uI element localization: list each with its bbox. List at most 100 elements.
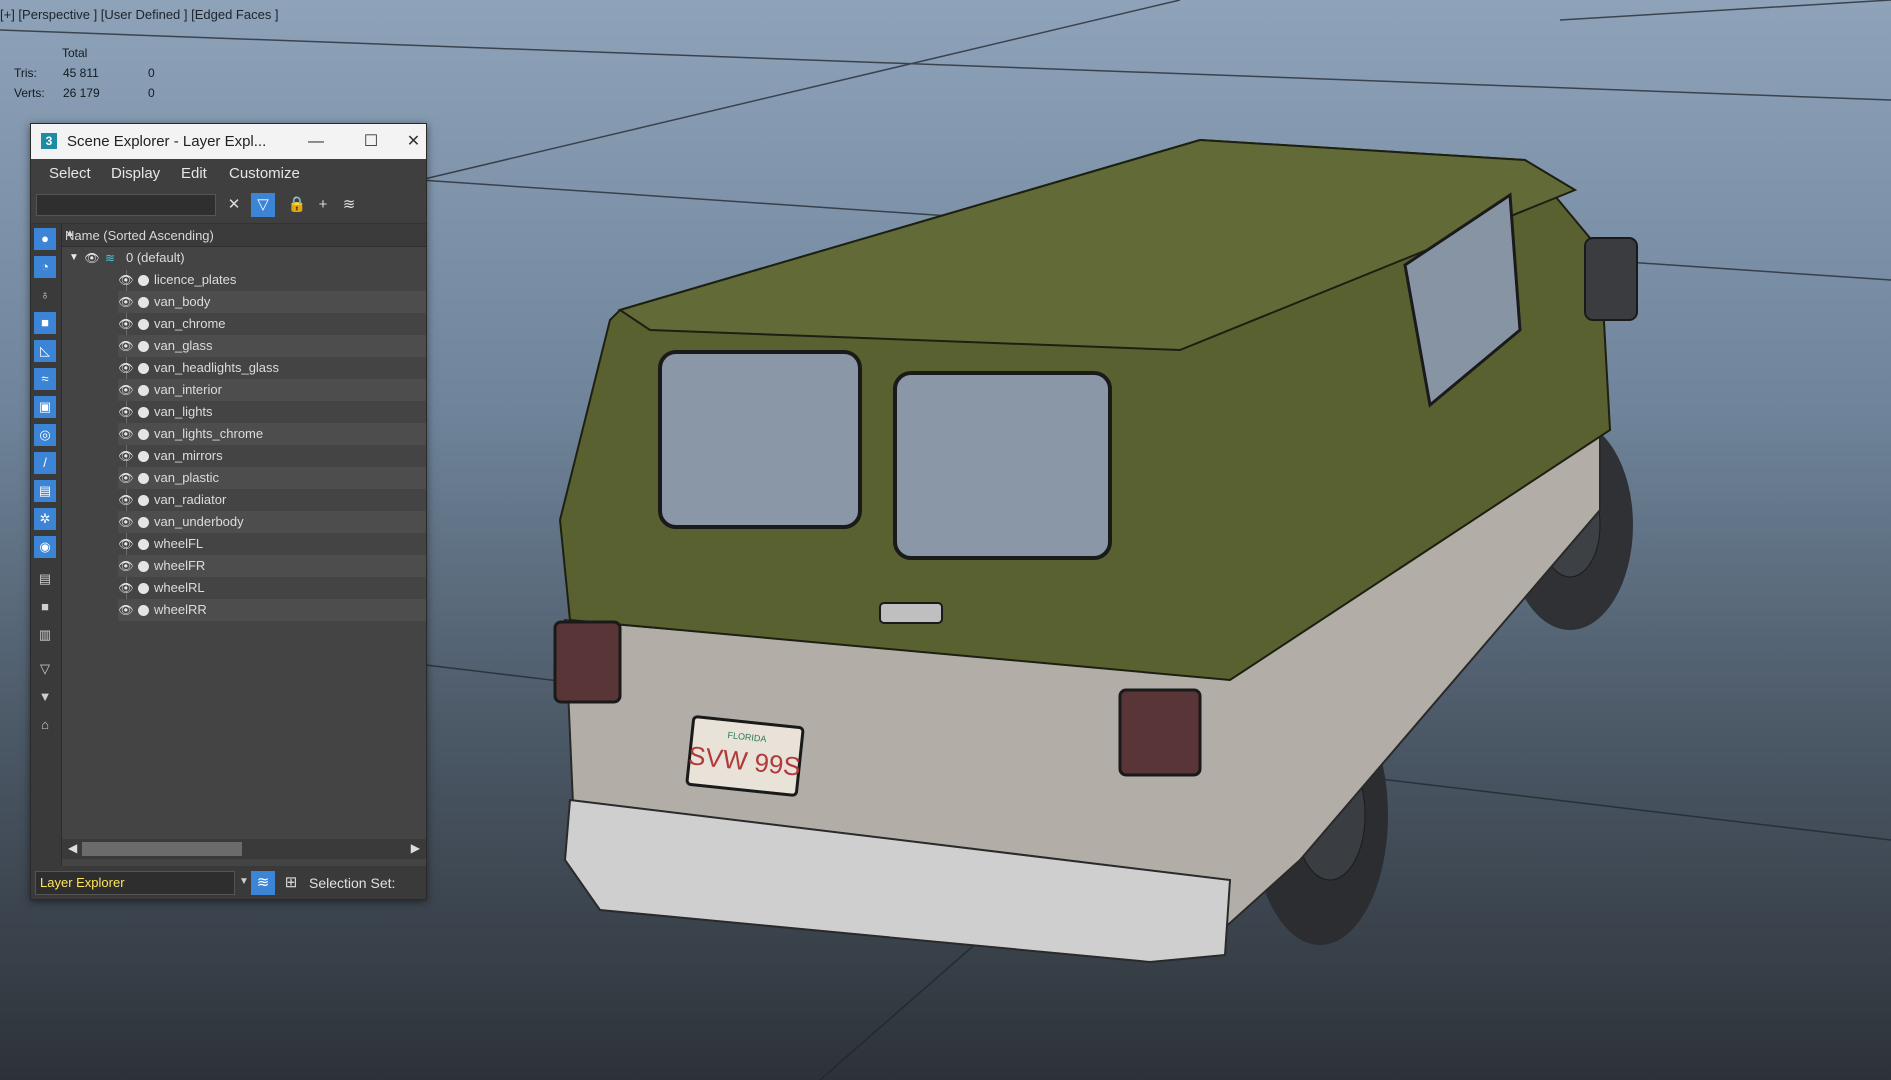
eye-icon[interactable]: 👁: [118, 599, 134, 621]
eye-icon[interactable]: 👁: [118, 445, 134, 467]
menu-customize[interactable]: Customize: [229, 165, 300, 182]
chevron-down-icon[interactable]: ▼: [239, 876, 249, 887]
layer-mode-icon[interactable]: ≋: [251, 871, 275, 895]
item-label: van_body: [154, 294, 211, 309]
containers-icon[interactable]: ▤: [34, 480, 56, 502]
list-item[interactable]: 👁 van_glass: [118, 335, 426, 357]
column-header[interactable]: Name (Sorted Ascending) ▲: [62, 224, 426, 247]
layer-root-row[interactable]: ▼ 👁 ≋ 0 (default): [62, 247, 426, 269]
eye-icon[interactable]: 👁: [118, 379, 134, 401]
clear-x-icon[interactable]: ✕: [222, 193, 246, 217]
explorer-type-dropdown[interactable]: Layer Explorer: [35, 871, 235, 895]
find-icon[interactable]: ⌂: [34, 714, 56, 736]
layer-tree[interactable]: Name (Sorted Ascending) ▲ ▼ 👁 ≋ 0 (defau…: [62, 224, 426, 824]
display-none-icon[interactable]: ■: [34, 596, 56, 618]
list-item[interactable]: 👁 van_lights_chrome: [118, 423, 426, 445]
hidden-icon[interactable]: ◉: [34, 536, 56, 558]
eye-icon[interactable]: 👁: [118, 269, 134, 291]
stats-verts-label: Verts:: [14, 86, 45, 100]
frozen-icon[interactable]: ✲: [34, 508, 56, 530]
list-item[interactable]: 👁 van_headlights_glass: [118, 357, 426, 379]
filter-icon[interactable]: ▽: [251, 193, 275, 217]
eye-icon[interactable]: 👁: [118, 313, 134, 335]
scrollbar-thumb[interactable]: [82, 842, 242, 856]
object-dot-icon: [138, 407, 149, 418]
filter-strip: ● ◔ ♁ ■ ◺ ≈ ▣ ◎ / ▤ ✲ ◉ ▤ ■ ▥ ▽ ▼ ⌂: [31, 224, 62, 869]
van-rear-window-right: [893, 371, 1112, 560]
groups-icon[interactable]: ▣: [34, 396, 56, 418]
list-item[interactable]: 👁 wheelRL: [118, 577, 426, 599]
expand-arrow-icon[interactable]: ▼: [66, 247, 82, 269]
invert-icon[interactable]: ▥: [34, 624, 56, 646]
list-item[interactable]: 👁 van_radiator: [118, 489, 426, 511]
scroll-left-icon[interactable]: ◀: [68, 841, 77, 855]
filter-funnel-icon[interactable]: ▼: [34, 686, 56, 708]
object-dot-icon: [138, 363, 149, 374]
list-item[interactable]: 👁 van_chrome: [118, 313, 426, 335]
layer-stack-icon: ≋: [104, 251, 116, 265]
eye-icon[interactable]: 👁: [118, 489, 134, 511]
van-tail-light-left: [553, 620, 622, 704]
geometry-icon[interactable]: ●: [34, 228, 56, 250]
minimize-button[interactable]: —: [291, 124, 341, 159]
eye-icon[interactable]: 👁: [118, 423, 134, 445]
filter-dim-icon[interactable]: ▽: [34, 658, 56, 680]
layers-icon[interactable]: ≋: [337, 193, 361, 217]
scene-explorer-window[interactable]: 3 Scene Explorer - Layer Expl... — ☐ ✕ S…: [30, 123, 427, 900]
horizontal-scrollbar[interactable]: ◀ ▶: [62, 839, 426, 859]
list-item[interactable]: 👁 van_plastic: [118, 467, 426, 489]
eye-icon[interactable]: 👁: [118, 291, 134, 313]
list-item[interactable]: 👁 licence_plates: [118, 269, 426, 291]
eye-icon[interactable]: 👁: [118, 335, 134, 357]
menu-display[interactable]: Display: [111, 165, 160, 182]
item-label: van_lights: [154, 404, 213, 419]
list-item[interactable]: 👁 wheelRR: [118, 599, 426, 621]
eye-icon[interactable]: 👁: [118, 467, 134, 489]
xrefs-icon[interactable]: ◎: [34, 424, 56, 446]
eye-icon[interactable]: 👁: [118, 555, 134, 577]
item-label: wheelFL: [154, 536, 204, 551]
eye-icon[interactable]: 👁: [118, 533, 134, 555]
stats-total-label: Total: [62, 46, 88, 60]
scroll-right-icon[interactable]: ▶: [411, 841, 420, 855]
lights-icon[interactable]: ♁: [34, 284, 56, 306]
lock-icon[interactable]: 🔒: [285, 193, 309, 217]
list-item[interactable]: 👁 van_mirrors: [118, 445, 426, 467]
list-item[interactable]: 👁 wheelFL: [118, 533, 426, 555]
object-dot-icon: [138, 517, 149, 528]
eye-icon[interactable]: 👁: [84, 247, 100, 269]
list-item[interactable]: 👁 van_lights: [118, 401, 426, 423]
hierarchy-mode-icon[interactable]: ⊞: [279, 871, 303, 895]
object-dot-icon: [138, 495, 149, 506]
scene-explorer-titlebar[interactable]: 3 Scene Explorer - Layer Expl... — ☐ ✕: [31, 124, 426, 159]
item-label: van_lights_chrome: [154, 426, 264, 441]
cameras-icon[interactable]: ■: [34, 312, 56, 334]
eye-icon[interactable]: 👁: [118, 511, 134, 533]
eye-icon[interactable]: 👁: [118, 577, 134, 599]
item-label: licence_plates: [154, 272, 237, 287]
item-label: wheelRR: [154, 602, 207, 617]
helpers-icon[interactable]: ◺: [34, 340, 56, 362]
menu-select[interactable]: Select: [49, 165, 91, 182]
eye-icon[interactable]: 👁: [118, 357, 134, 379]
spacewarps-icon[interactable]: ≈: [34, 368, 56, 390]
display-all-icon[interactable]: ▤: [34, 568, 56, 590]
object-dot-icon: [138, 385, 149, 396]
menu-edit[interactable]: Edit: [181, 165, 207, 182]
close-button[interactable]: ✕: [401, 124, 426, 159]
viewport-label[interactable]: [+] [Perspective ] [User Defined ] [Edge…: [0, 7, 279, 22]
license-plate: FLORIDA SVW 99S: [685, 715, 805, 797]
object-dot-icon: [138, 451, 149, 462]
bones-icon[interactable]: /: [34, 452, 56, 474]
shapes-icon[interactable]: ◔: [34, 256, 56, 278]
maximize-button[interactable]: ☐: [346, 124, 396, 159]
eye-icon[interactable]: 👁: [118, 401, 134, 423]
list-item[interactable]: 👁 wheelFR: [118, 555, 426, 577]
list-item[interactable]: 👁 van_underbody: [118, 511, 426, 533]
list-item[interactable]: 👁 van_interior: [118, 379, 426, 401]
search-input[interactable]: [36, 194, 216, 216]
van-side-mirror: [1584, 237, 1638, 321]
add-layer-icon[interactable]: +: [311, 193, 335, 217]
object-dot-icon: [138, 297, 149, 308]
list-item[interactable]: 👁 van_body: [118, 291, 426, 313]
